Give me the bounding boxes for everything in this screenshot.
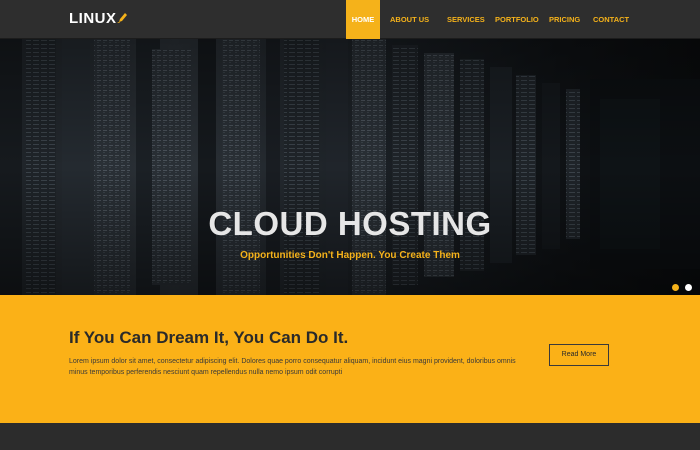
nav-item-portfolio[interactable]: PORTFOLIO <box>495 0 545 39</box>
read-more-button[interactable]: Read More <box>549 344 609 366</box>
pencil-mark-icon <box>117 13 127 23</box>
nav-item-contact[interactable]: CONTACT <box>593 0 633 39</box>
slider-dot-2[interactable] <box>685 284 692 291</box>
nav-item-services[interactable]: SERVICES <box>447 0 491 39</box>
hero-title: CLOUD HOSTING <box>208 205 492 242</box>
site-header: LINUX HOME ABOUT US SERVICES PORTFOLIO P… <box>0 0 700 39</box>
site-logo[interactable]: LINUX <box>69 10 117 27</box>
slider-dots <box>672 284 692 291</box>
nav-item-about-us[interactable]: ABOUT US <box>390 0 440 39</box>
nav-item-pricing[interactable]: PRICING <box>549 0 589 39</box>
hero-subtitle: Opportunities Don't Happen. You Create T… <box>240 250 460 261</box>
hero-slider: CLOUD HOSTING Opportunities Don't Happen… <box>0 39 700 295</box>
slider-dot-1[interactable] <box>672 284 679 291</box>
nav-item-home[interactable]: HOME <box>346 0 380 39</box>
banner-text: Lorem ipsum dolor sit amet, consectetur … <box>69 358 516 376</box>
main-nav: HOME ABOUT US SERVICES PORTFOLIO PRICING… <box>346 0 633 39</box>
banner-heading: If You Can Dream It, You Can Do It. <box>69 328 349 347</box>
footer-strip <box>0 423 700 450</box>
